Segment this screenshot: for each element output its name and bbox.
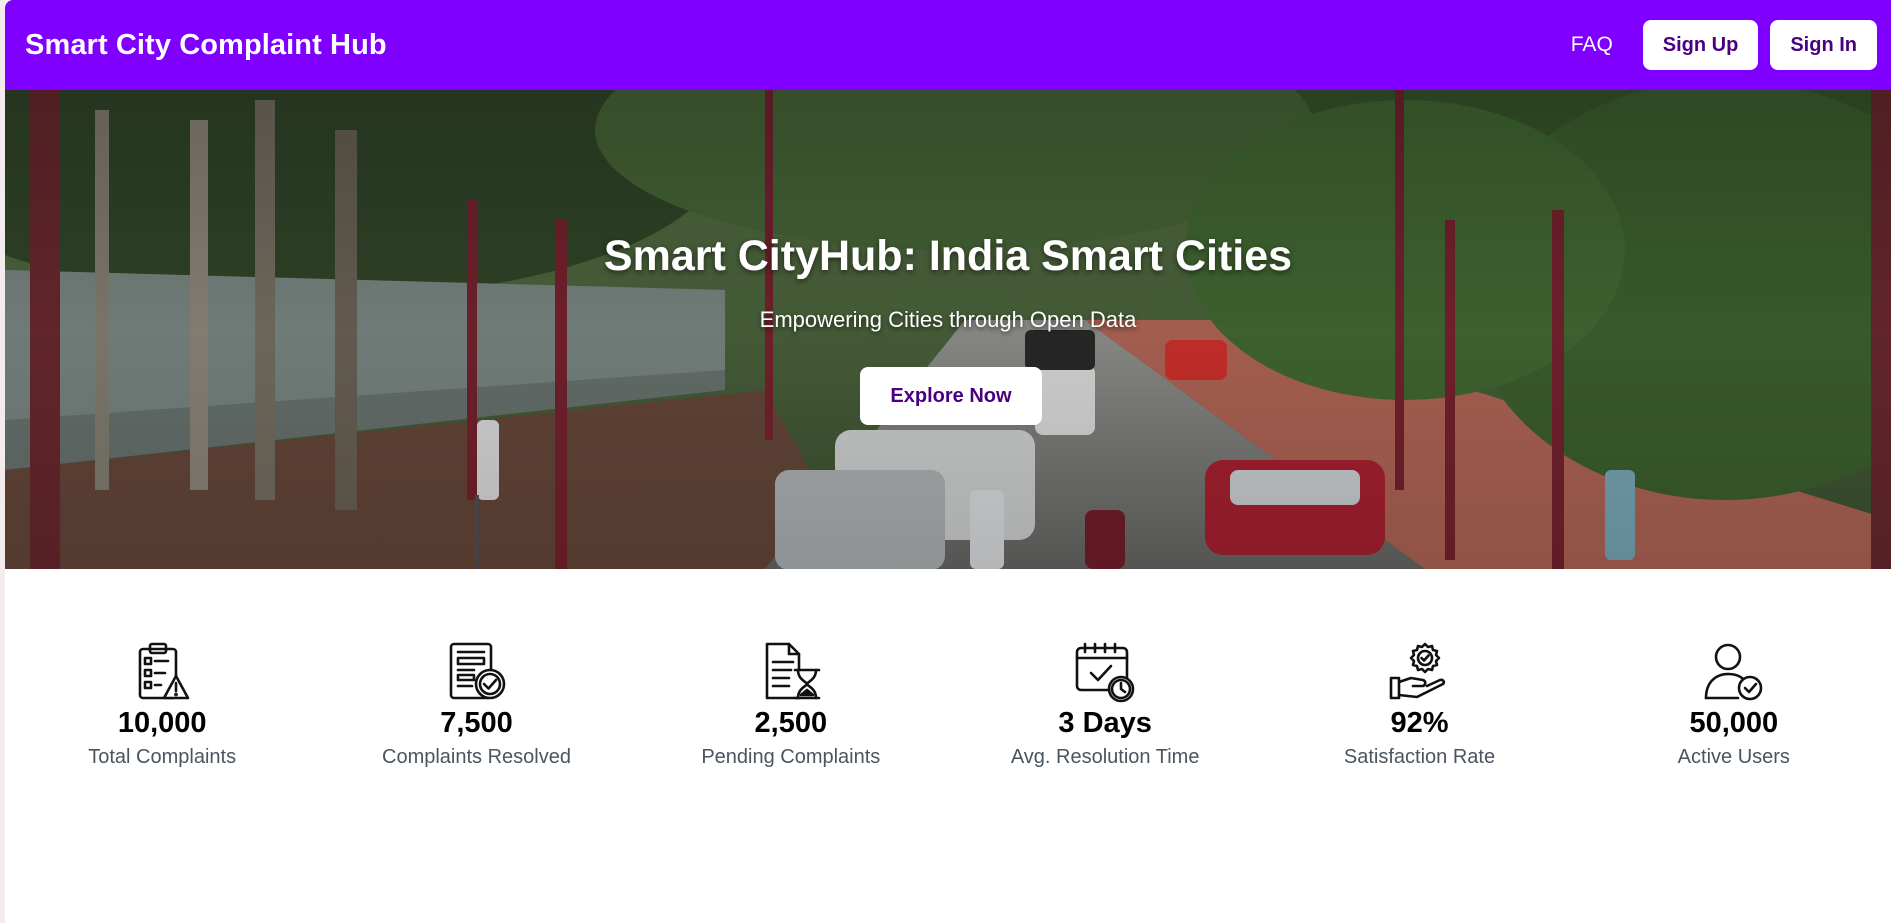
stat-value: 2,500: [754, 707, 828, 739]
stat-pending-complaints: 2,500 Pending Complaints: [634, 640, 948, 769]
hero-subtitle: Empowering Cities through Open Data: [759, 307, 1137, 332]
hero-banner: Smart CityHub: India Smart Cities Empowe…: [5, 90, 1891, 569]
stat-label: Satisfaction Rate: [1343, 746, 1496, 768]
stat-value: 50,000: [1689, 707, 1779, 739]
clipboard-warning-icon: [138, 642, 190, 700]
stat-value: 3 Days: [1058, 707, 1152, 739]
document-hourglass-icon: [765, 642, 821, 700]
stat-complaints-resolved: 7,500 Complaints Resolved: [319, 640, 633, 769]
stat-label: Avg. Resolution Time: [1010, 746, 1200, 768]
stat-value: 92%: [1390, 707, 1449, 739]
hand-badge-icon: [1390, 642, 1446, 700]
stat-label: Pending Complaints: [701, 746, 881, 768]
user-check-icon: [1704, 643, 1763, 701]
stat-active-users: 50,000 Active Users: [1577, 640, 1891, 769]
faq-link[interactable]: FAQ: [1571, 33, 1613, 57]
sign-up-button[interactable]: Sign Up: [1642, 20, 1759, 70]
hero-title: Smart CityHub: India Smart Cities: [603, 232, 1293, 280]
app-root: Smart City Complaint Hub FAQ Sign Up Sig…: [5, 0, 1891, 923]
nav-actions: FAQ Sign Up Sign In: [1571, 20, 1877, 70]
stat-value: 10,000: [117, 707, 207, 739]
stat-label: Complaints Resolved: [382, 746, 571, 768]
stat-satisfaction-rate: 92% Satisfaction Rate: [1262, 640, 1576, 769]
calendar-clock-icon: [1075, 642, 1135, 703]
stat-label: Active Users: [1677, 746, 1790, 768]
stat-total-complaints: 10,000 Total Complaints: [5, 640, 319, 769]
explore-now-button[interactable]: Explore Now: [860, 367, 1042, 425]
sign-in-button[interactable]: Sign In: [1770, 20, 1877, 70]
navbar: Smart City Complaint Hub FAQ Sign Up Sig…: [5, 0, 1891, 90]
brand-title[interactable]: Smart City Complaint Hub: [25, 29, 387, 62]
hero-content: Smart CityHub: India Smart Cities Empowe…: [5, 90, 1891, 569]
stat-avg-resolution-time: 3 Days Avg. Resolution Time: [948, 640, 1262, 769]
document-check-icon: [450, 642, 506, 700]
stat-label: Total Complaints: [88, 746, 237, 768]
stat-value: 7,500: [440, 707, 513, 739]
stats-section: 10,000 Total Complaints 7,500 Complaints…: [5, 640, 1891, 769]
